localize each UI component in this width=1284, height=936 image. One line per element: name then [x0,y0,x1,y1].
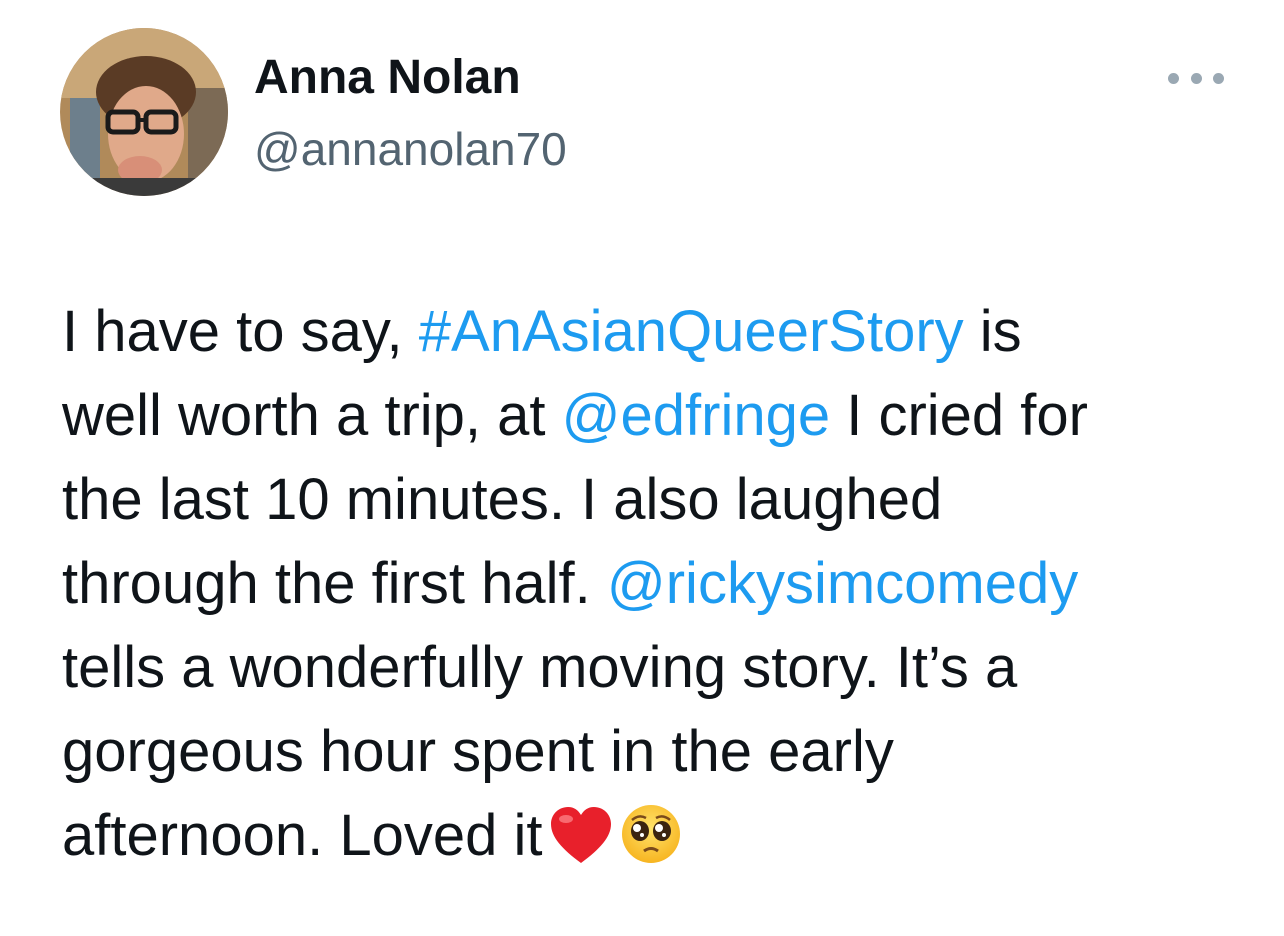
more-dot [1190,72,1202,84]
tweet-text-segment: I cried for [830,383,1088,448]
tweet-text-segment: through the first half. [62,551,607,616]
mention-link[interactable]: @rickysimcomedy [607,551,1078,616]
more-options-icon[interactable] [1168,64,1224,92]
tweet-text-segment: I have to say, [62,299,419,364]
tweet-line: through the first half. @rickysimcomedy [62,542,1242,626]
tweet-line: I have to say, #AnAsianQueerStory is [62,290,1242,374]
hashtag-link[interactable]: #AnAsianQueerStory [419,299,964,364]
author-handle[interactable]: @annanolan70 [254,122,567,176]
tweet-line: the last 10 minutes. I also laughed [62,458,1242,542]
tweet-line: well worth a trip, at @edfringe I cried … [62,374,1242,458]
tweet-text-segment: well worth a trip, at [62,383,562,448]
more-dot [1168,72,1179,84]
mention-link[interactable]: @edfringe [562,383,830,448]
tweet-line: afternoon. Loved it [62,794,1242,888]
tweet-text-segment: afternoon. Loved it [62,803,543,868]
author-name[interactable]: Anna Nolan [254,50,521,105]
tweet-line: tells a wonderfully moving story. It’s a [62,626,1242,710]
tweet-text-segment: is [963,299,1022,364]
pleading-face-emoji [620,803,682,888]
tweet-line: gorgeous hour spent in the early [62,710,1242,794]
tweet-text-segment: tells a wonderfully moving story. It’s a [62,635,1018,700]
tweet-text-segment: the last 10 minutes. I also laughed [62,467,943,532]
more-dot [1213,72,1224,84]
red-heart-emoji [548,804,614,888]
tweet-text-segment: gorgeous hour spent in the early [62,719,894,784]
avatar[interactable] [60,28,228,196]
tweet-text: I have to say, #AnAsianQueerStory is wel… [62,290,1242,888]
